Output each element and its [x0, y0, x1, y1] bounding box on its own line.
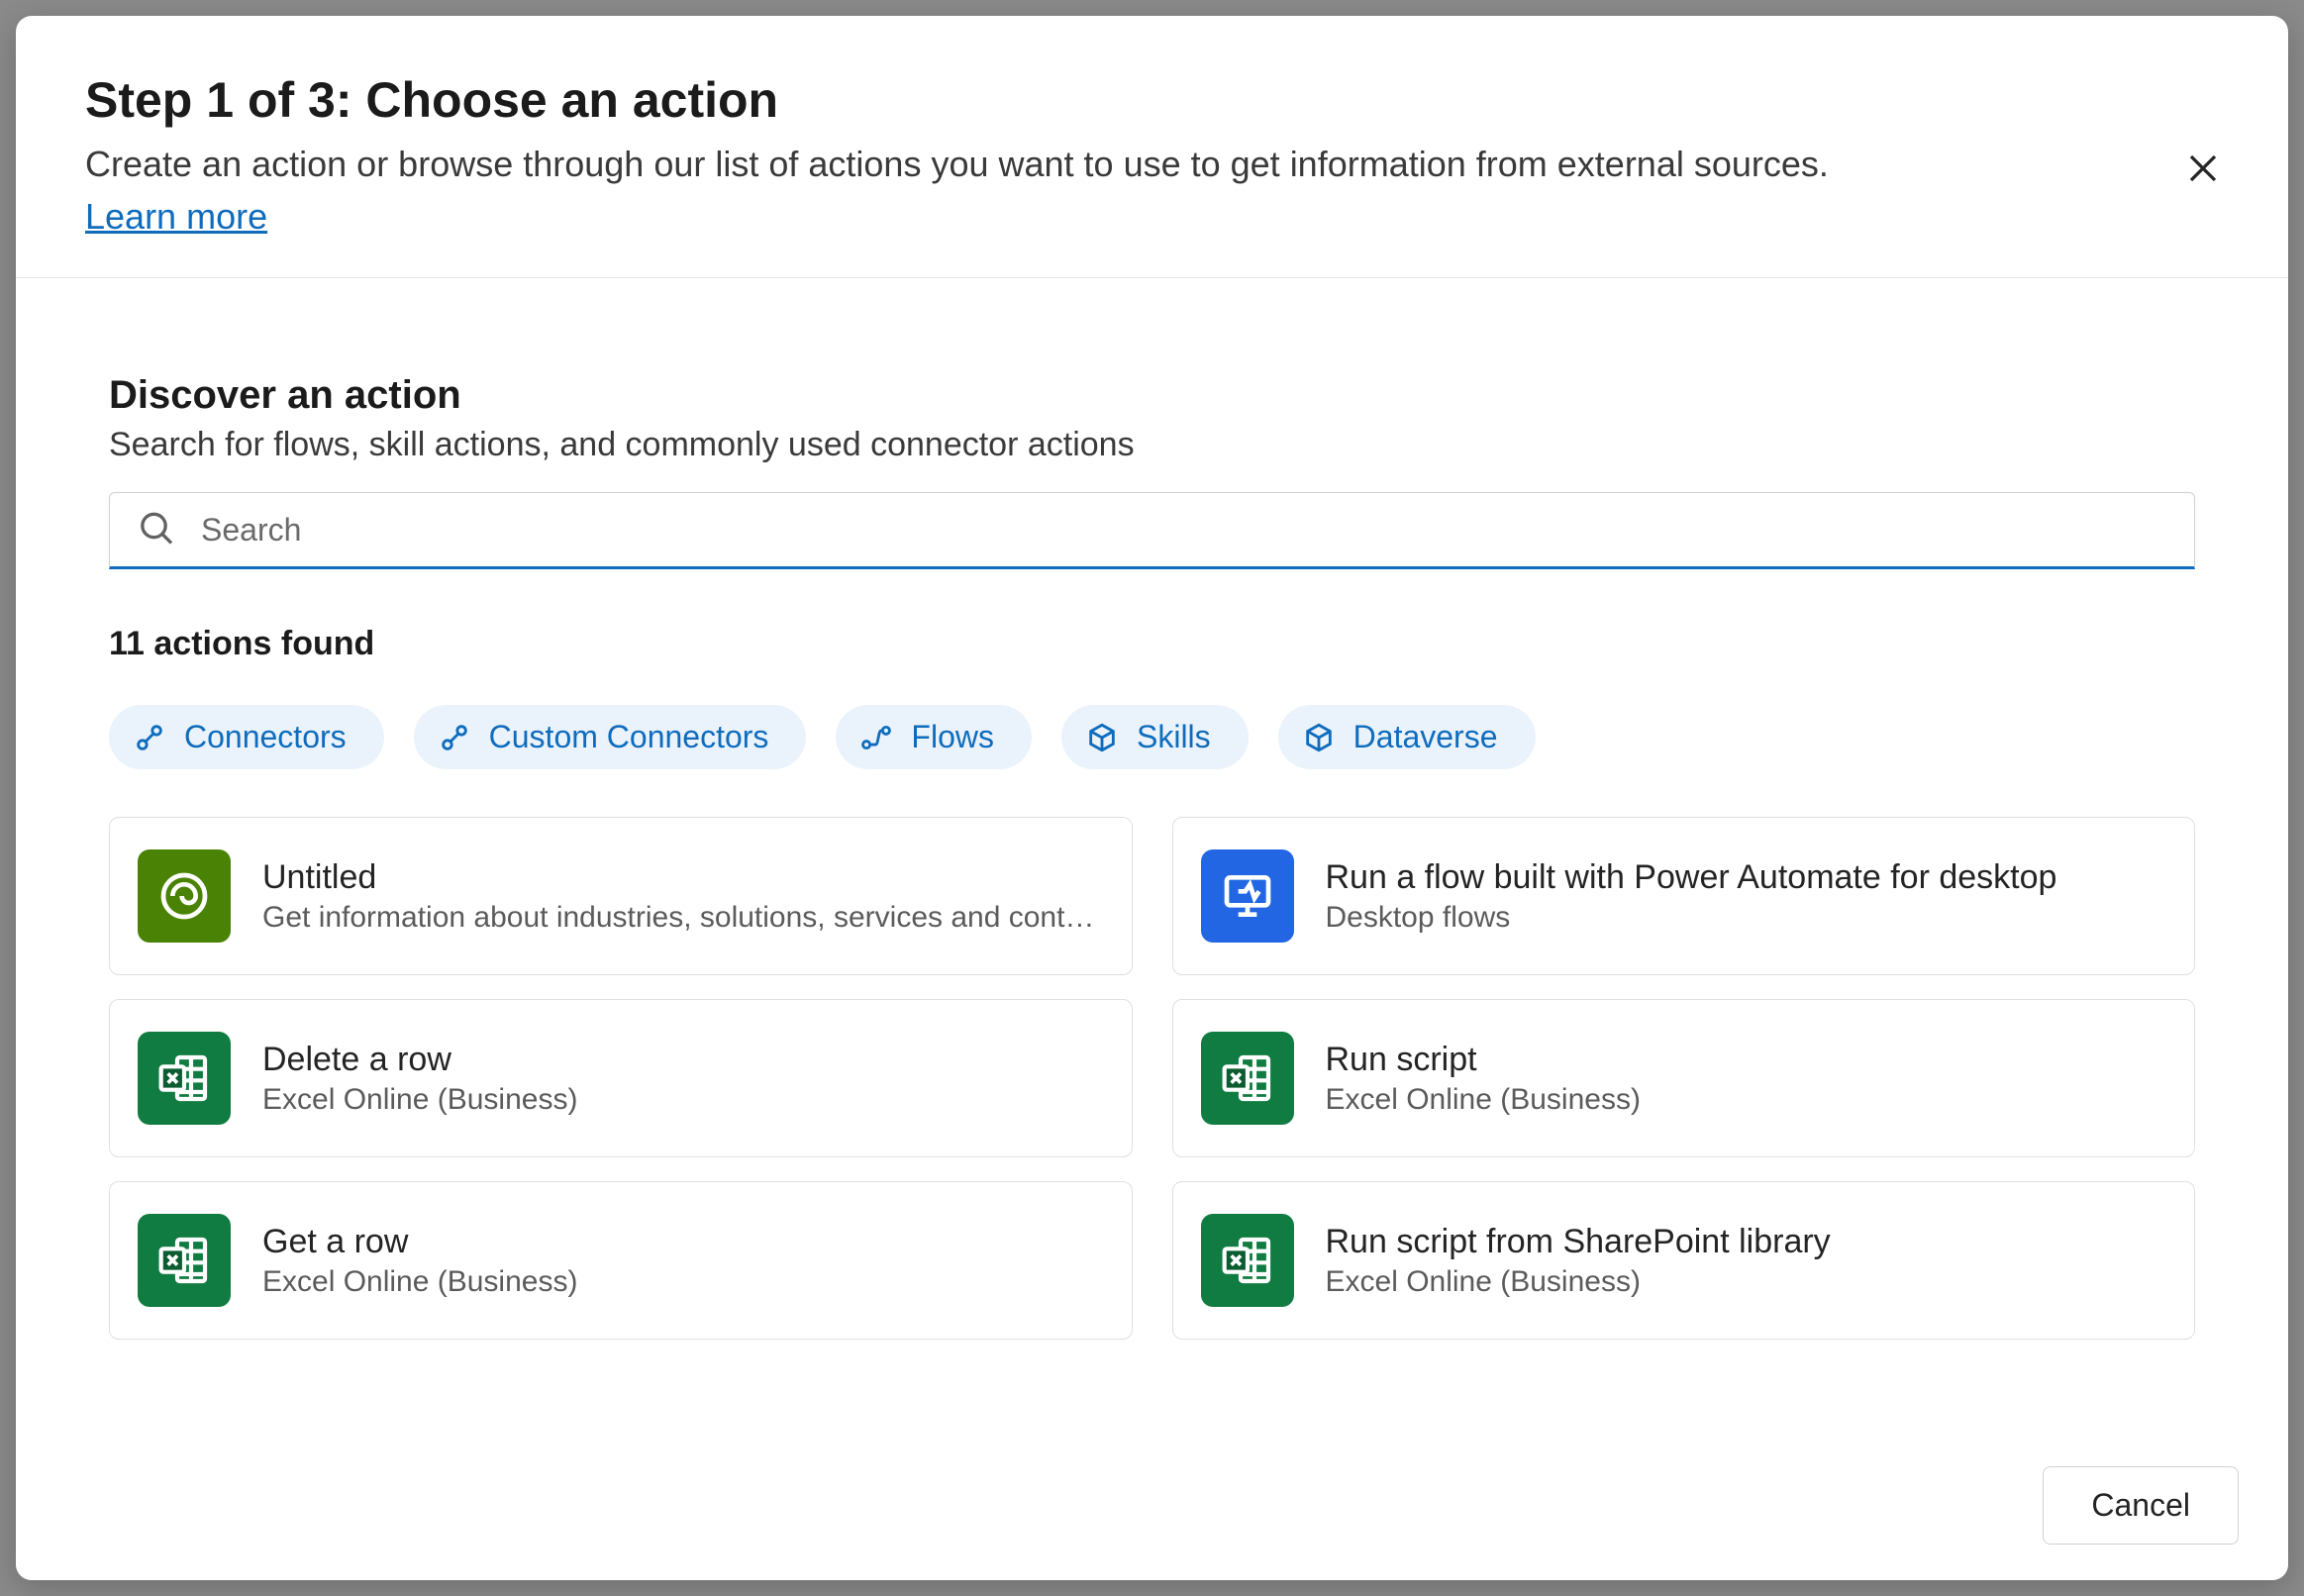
chip-label: Custom Connectors: [489, 719, 769, 755]
dialog-footer: Cancel: [16, 1435, 2288, 1580]
excel-icon: [1201, 1214, 1294, 1307]
card-subtitle: Excel Online (Business): [1326, 1265, 2163, 1299]
excel-icon: [1201, 1032, 1294, 1125]
flow-icon: [859, 721, 893, 754]
cube-icon: [1302, 721, 1336, 754]
connector-icon: [438, 721, 471, 754]
action-card[interactable]: Run a flow built with Power Automate for…: [1172, 817, 2196, 975]
card-subtitle: Get information about industries, soluti…: [262, 901, 1100, 935]
card-text: Get a row Excel Online (Business): [262, 1223, 1100, 1299]
chip-custom-connectors[interactable]: Custom Connectors: [414, 705, 807, 769]
chip-skills[interactable]: Skills: [1061, 705, 1249, 769]
card-subtitle: Excel Online (Business): [262, 1265, 1100, 1299]
discover-subtitle: Search for flows, skill actions, and com…: [109, 426, 2195, 464]
cancel-button[interactable]: Cancel: [2043, 1466, 2239, 1545]
action-card[interactable]: Untitled Get information about industrie…: [109, 817, 1133, 975]
dialog-title: Step 1 of 3: Choose an action: [85, 71, 2219, 129]
chip-label: Flows: [911, 719, 994, 755]
card-text: Run a flow built with Power Automate for…: [1326, 858, 2163, 935]
discover-title: Discover an action: [109, 373, 2195, 418]
chip-dataverse[interactable]: Dataverse: [1278, 705, 1536, 769]
desktop-flow-icon: [1201, 849, 1294, 943]
card-text: Run script from SharePoint library Excel…: [1326, 1223, 2163, 1299]
card-title: Untitled: [262, 858, 1100, 897]
cube-icon: [1085, 721, 1119, 754]
card-subtitle: Excel Online (Business): [1326, 1083, 2163, 1117]
chip-flows[interactable]: Flows: [836, 705, 1032, 769]
chip-label: Skills: [1137, 719, 1211, 755]
swirl-icon: [138, 849, 231, 943]
dialog-subtitle: Create an action or browse through our l…: [85, 139, 2219, 190]
learn-more-link[interactable]: Learn more: [85, 196, 267, 238]
card-text: Run script Excel Online (Business): [1326, 1041, 2163, 1117]
action-card[interactable]: Delete a row Excel Online (Business): [109, 999, 1133, 1157]
excel-icon: [138, 1214, 231, 1307]
action-card[interactable]: Run script from SharePoint library Excel…: [1172, 1181, 2196, 1340]
chip-label: Dataverse: [1353, 719, 1498, 755]
card-text: Untitled Get information about industrie…: [262, 858, 1100, 935]
card-subtitle: Excel Online (Business): [262, 1083, 1100, 1117]
card-title: Run script: [1326, 1041, 2163, 1079]
card-title: Run a flow built with Power Automate for…: [1326, 858, 2163, 897]
action-card[interactable]: Run script Excel Online (Business): [1172, 999, 2196, 1157]
results-count: 11 actions found: [109, 625, 2195, 663]
card-title: Run script from SharePoint library: [1326, 1223, 2163, 1261]
search-input[interactable]: [109, 492, 2195, 569]
search-container: [109, 492, 2195, 569]
filter-chips: Connectors Custom Connectors Flows Skill…: [109, 705, 2195, 769]
excel-icon: [138, 1032, 231, 1125]
chip-label: Connectors: [184, 719, 347, 755]
card-title: Get a row: [262, 1223, 1100, 1261]
close-icon: [2185, 150, 2221, 186]
card-subtitle: Desktop flows: [1326, 901, 2163, 935]
card-text: Delete a row Excel Online (Business): [262, 1041, 1100, 1117]
connector-icon: [133, 721, 166, 754]
dialog-body: Discover an action Search for flows, ski…: [16, 278, 2288, 1435]
search-icon: [137, 509, 176, 553]
close-button[interactable]: [2179, 145, 2227, 192]
card-title: Delete a row: [262, 1041, 1100, 1079]
action-card[interactable]: Get a row Excel Online (Business): [109, 1181, 1133, 1340]
dialog-header: Step 1 of 3: Choose an action Create an …: [16, 16, 2288, 278]
chip-connectors[interactable]: Connectors: [109, 705, 384, 769]
action-cards: Untitled Get information about industrie…: [109, 817, 2195, 1340]
choose-action-dialog: Step 1 of 3: Choose an action Create an …: [16, 16, 2288, 1580]
